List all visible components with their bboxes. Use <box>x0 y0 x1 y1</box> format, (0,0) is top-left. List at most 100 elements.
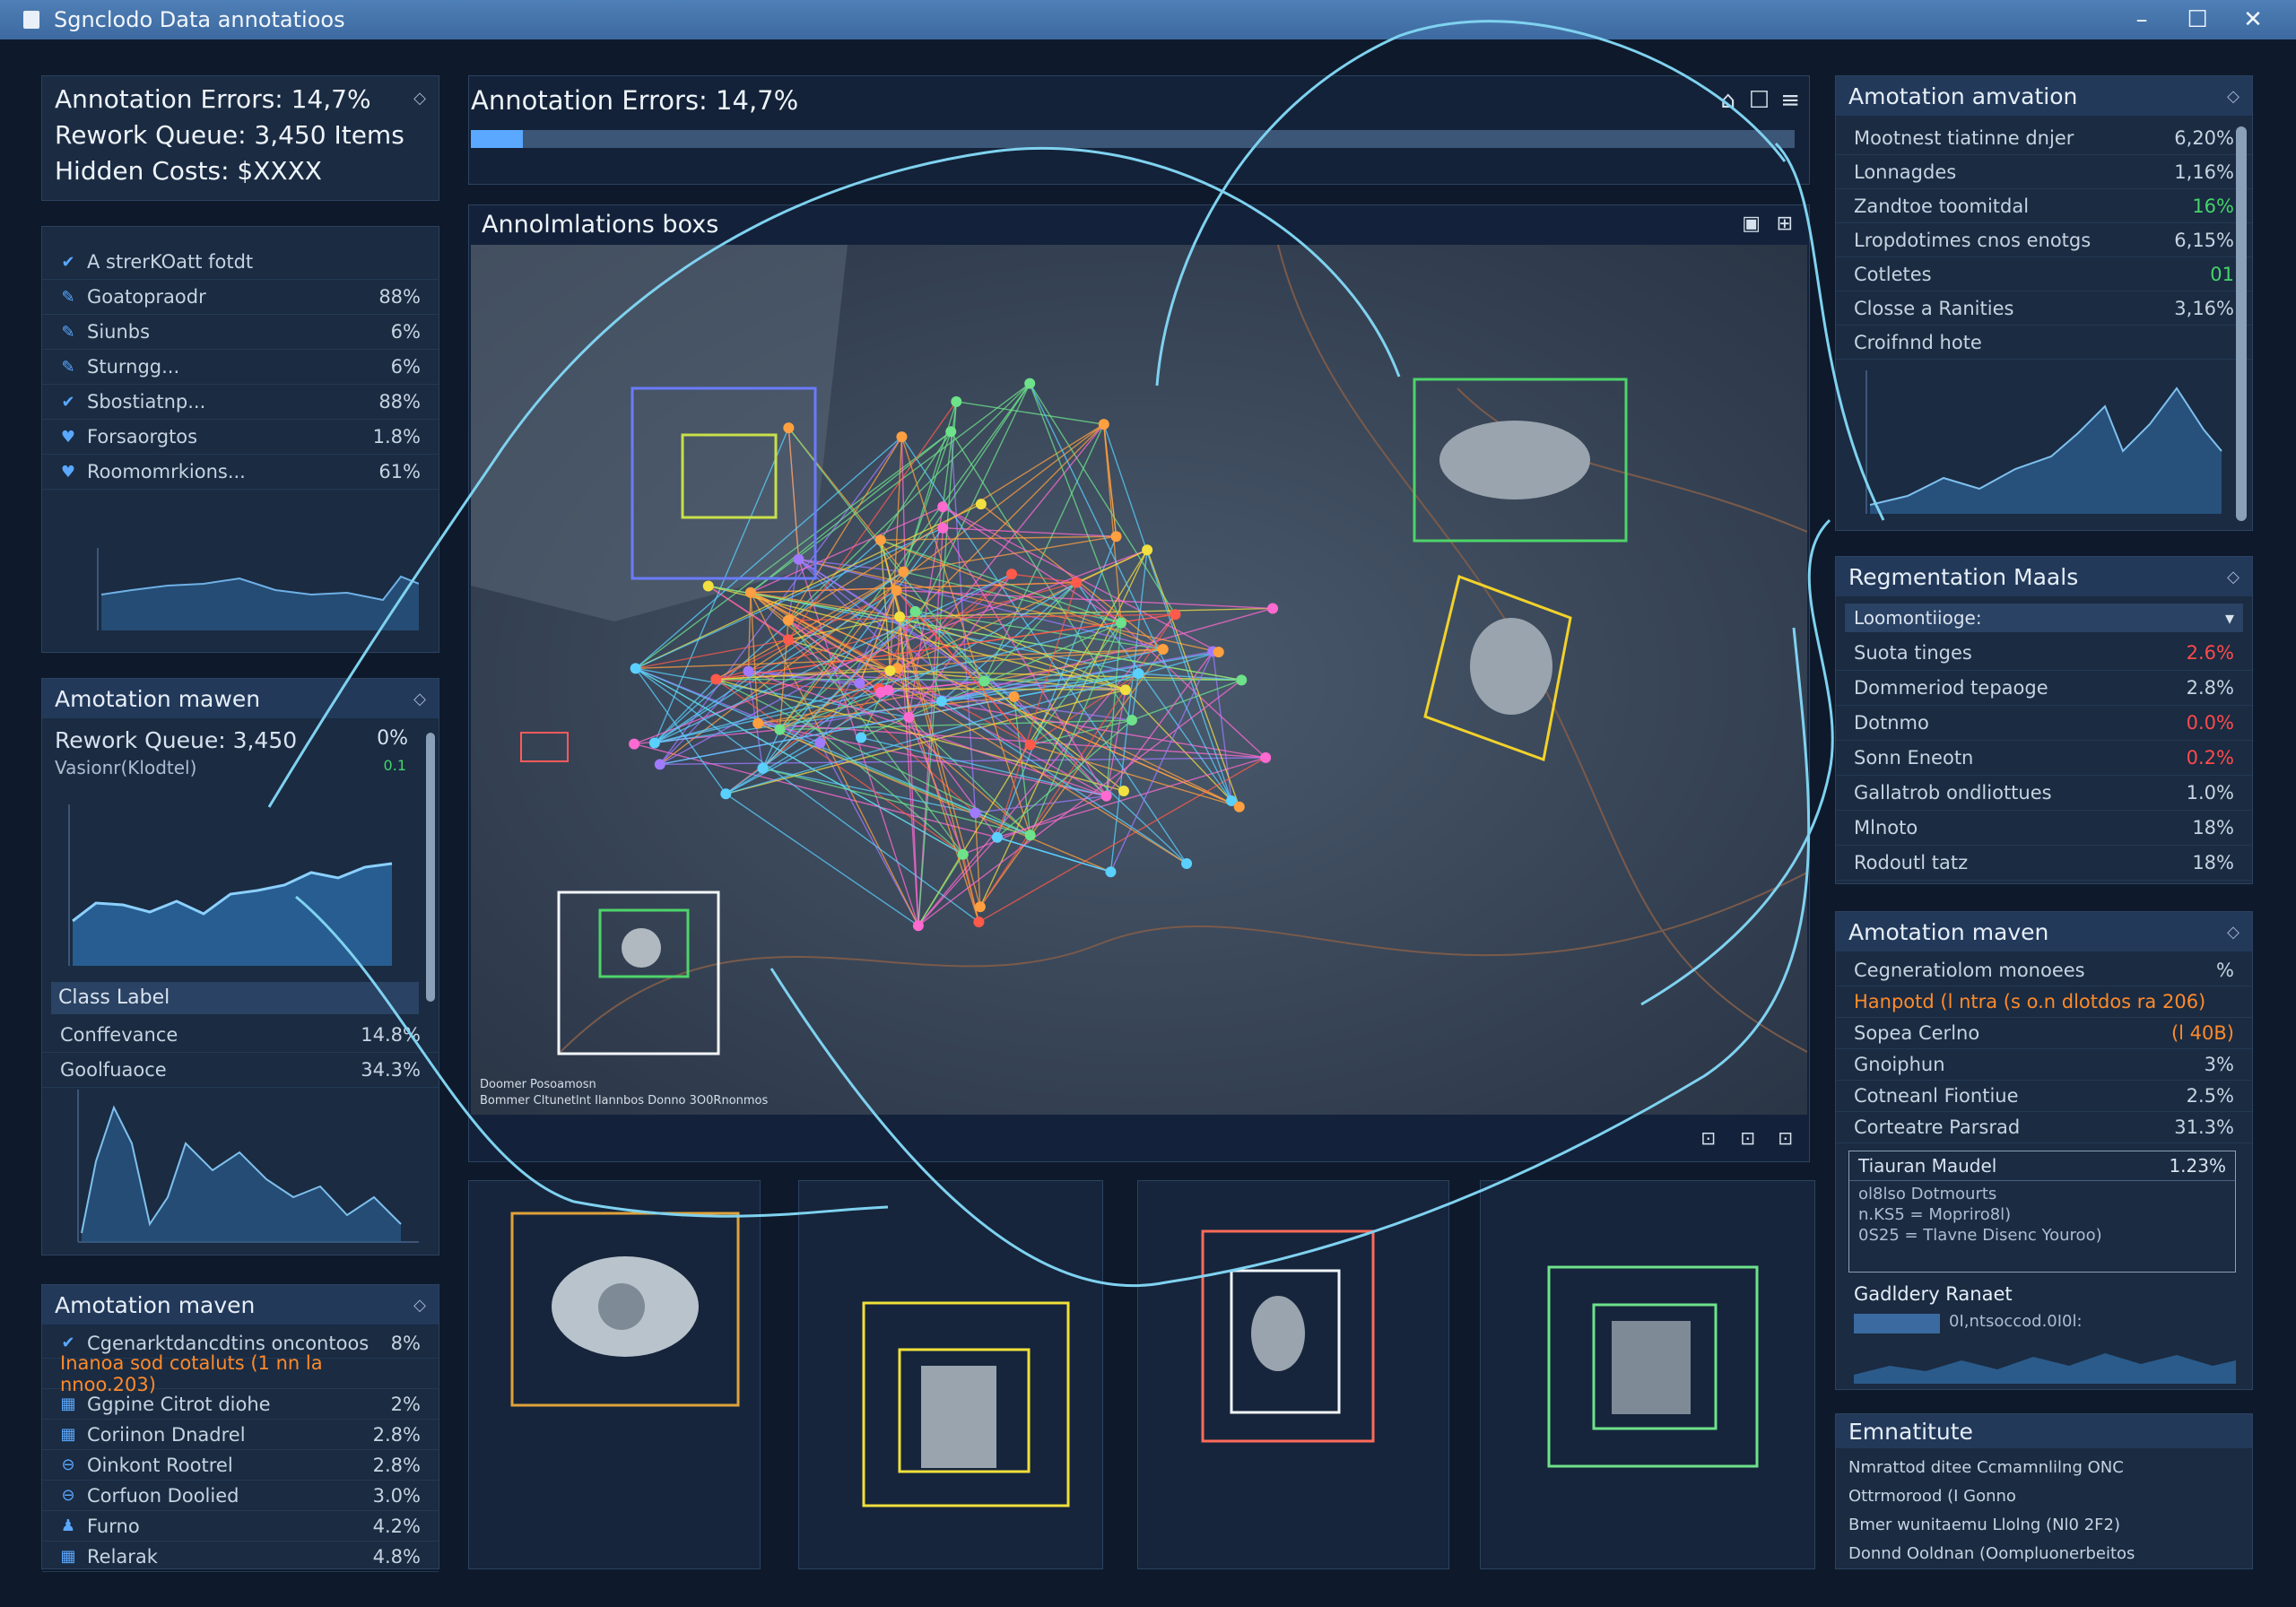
right-mid-row[interactable]: Corteatre Parsrad 31.3% <box>1836 1112 2252 1143</box>
network-node[interactable] <box>1233 801 1245 812</box>
thumb-2[interactable] <box>798 1180 1103 1569</box>
network-node[interactable] <box>1100 790 1112 802</box>
network-node[interactable] <box>1024 378 1036 389</box>
right-mid-row[interactable]: Cotneanl Fiontiue 2.5% <box>1836 1081 2252 1112</box>
network-node[interactable] <box>1024 830 1036 841</box>
expand-icon[interactable]: ⊡ <box>1778 1127 1793 1149</box>
network-node[interactable] <box>1115 617 1126 629</box>
network-node[interactable] <box>720 788 732 800</box>
scrollbar[interactable] <box>426 733 435 1002</box>
network-node[interactable] <box>1119 684 1131 696</box>
network-node[interactable] <box>874 534 886 546</box>
left-list-row[interactable]: ♥ Roomomrkions... 61% <box>42 455 439 490</box>
left-bottom-row[interactable]: ⊖ Oinkont Rootrel 2.8% <box>42 1450 439 1481</box>
network-node[interactable] <box>1236 674 1248 686</box>
close-button[interactable]: ✕ <box>2240 7 2266 32</box>
left-list-row[interactable]: ✎ Sturngg... 6% <box>42 350 439 385</box>
network-node[interactable] <box>1126 715 1137 726</box>
network-node[interactable] <box>1181 858 1193 870</box>
network-node[interactable] <box>752 717 764 729</box>
network-node[interactable] <box>883 684 894 696</box>
map-canvas[interactable]: Doomer Posoamosn Bommer Cltunetlnt Ilann… <box>471 245 1807 1115</box>
right-top-row[interactable]: Zandtoe toomitdal 16% <box>1836 189 2252 223</box>
network-node[interactable] <box>1133 668 1144 680</box>
left-bottom-row[interactable]: ♟ Furno 4.2% <box>42 1511 439 1542</box>
left-bottom-row[interactable]: ⊖ Corfuon Doolied 3.0% <box>42 1481 439 1511</box>
segmentation-dropdown[interactable]: Loomontiioge: ▾ <box>1845 604 2243 632</box>
left-list-row[interactable]: ♥ Forsaorgtos 1.8% <box>42 420 439 455</box>
network-node[interactable] <box>702 580 714 592</box>
network-node[interactable] <box>654 759 665 770</box>
network-node[interactable] <box>903 711 915 723</box>
class-label-row[interactable]: Conffevance 14.8% <box>42 1018 439 1053</box>
network-node[interactable] <box>1008 691 1020 703</box>
network-node[interactable] <box>894 611 906 622</box>
network-node[interactable] <box>970 807 981 819</box>
network-node[interactable] <box>937 501 949 513</box>
left-bottom-row[interactable]: Inanoa sod cotaluts (1 nn la nnoo.203) <box>42 1352 439 1395</box>
network-node[interactable] <box>973 916 985 928</box>
network-node[interactable] <box>1170 609 1181 621</box>
network-node[interactable] <box>898 566 909 578</box>
home-icon[interactable]: ⌂ <box>1720 87 1735 114</box>
network-node[interactable] <box>1213 647 1224 658</box>
chevron-icon[interactable]: ◇ <box>413 690 426 708</box>
network-node[interactable] <box>744 586 756 598</box>
left-list-row[interactable]: ✔ A strerKOatt fotdt <box>42 245 439 280</box>
right-top-row[interactable]: Mootnest tiatinne dnjer 6,20% <box>1836 121 2252 155</box>
network-node[interactable] <box>978 675 990 687</box>
network-node[interactable] <box>648 737 660 749</box>
network-node[interactable] <box>991 831 1003 843</box>
segmentation-row[interactable]: Gallatrob ondliottues 1.0% <box>1836 776 2252 811</box>
network-node[interactable] <box>1142 544 1153 556</box>
thumb-4[interactable] <box>1480 1180 1815 1569</box>
network-node[interactable] <box>945 426 957 438</box>
network-node[interactable] <box>909 605 921 617</box>
zoom-out-icon[interactable]: ⊡ <box>1740 1127 1755 1149</box>
network-node[interactable] <box>743 665 754 677</box>
class-label-row[interactable]: Goolfuaoce 34.3% <box>42 1053 439 1088</box>
network-node[interactable] <box>782 614 794 626</box>
menu-icon[interactable]: ≡ <box>1780 87 1800 114</box>
network-node[interactable] <box>1157 643 1169 655</box>
right-mid-row[interactable]: Gnoiphun 3% <box>1836 1049 2252 1081</box>
chevron-icon[interactable]: ◇ <box>413 1296 426 1315</box>
left-bottom-row[interactable]: ▦ Coriinon Dnadrel 2.8% <box>42 1420 439 1450</box>
right-top-row[interactable]: Lropdotimes cnos enotgs 6,15% <box>1836 223 2252 257</box>
thumb-3[interactable] <box>1137 1180 1449 1569</box>
left-list-row[interactable]: ✎ Goatopraodr 88% <box>42 280 439 315</box>
network-node[interactable] <box>937 522 949 534</box>
chevron-icon[interactable]: ◇ <box>413 89 426 108</box>
network-node[interactable] <box>935 695 947 707</box>
maximize-button[interactable]: ☐ <box>2185 7 2210 32</box>
segmentation-row[interactable]: Mlnoto 18% <box>1836 811 2252 846</box>
network-node[interactable] <box>782 634 794 646</box>
network-node[interactable] <box>1105 866 1117 878</box>
right-top-row[interactable]: Lonnagdes 1,16% <box>1836 155 2252 189</box>
segmentation-row[interactable]: Rodoutl tatz 18% <box>1836 846 2252 881</box>
thumb-1[interactable] <box>468 1180 761 1569</box>
segmentation-row[interactable]: Dommeriod tepaoge 2.8% <box>1836 671 2252 706</box>
network-node[interactable] <box>774 724 786 735</box>
right-mid-row[interactable]: Sopea Cerlno (l 40B) <box>1836 1018 2252 1049</box>
right-top-row[interactable]: Closse a Ranities 3,16% <box>1836 291 2252 326</box>
network-node[interactable] <box>629 738 640 750</box>
chevron-icon[interactable]: ◇ <box>2227 568 2239 586</box>
grid-icon[interactable]: ⊞ <box>1777 213 1793 235</box>
network-node[interactable] <box>1110 531 1122 543</box>
right-top-row[interactable]: Cotletes 01 <box>1836 257 2252 291</box>
left-list-row[interactable]: ✔ Sbostiatnp... 88% <box>42 385 439 420</box>
segmentation-row[interactable]: Dotnmo 0.0% <box>1836 706 2252 741</box>
segmentation-row[interactable]: Suota tinges 2.6% <box>1836 636 2252 671</box>
scrollbar[interactable] <box>2236 126 2247 521</box>
network-node[interactable] <box>783 422 795 434</box>
network-node[interactable] <box>757 762 769 774</box>
network-node[interactable] <box>884 665 896 676</box>
zoom-in-icon[interactable]: ⊡ <box>1700 1127 1716 1149</box>
network-node[interactable] <box>1260 751 1272 763</box>
left-list-row[interactable]: ✎ Siunbs 6% <box>42 315 439 350</box>
network-node[interactable] <box>1267 603 1279 614</box>
network-node[interactable] <box>1098 419 1109 430</box>
right-top-row[interactable]: Croifnnd hote <box>1836 326 2252 360</box>
chevron-icon[interactable]: ◇ <box>2227 923 2239 942</box>
